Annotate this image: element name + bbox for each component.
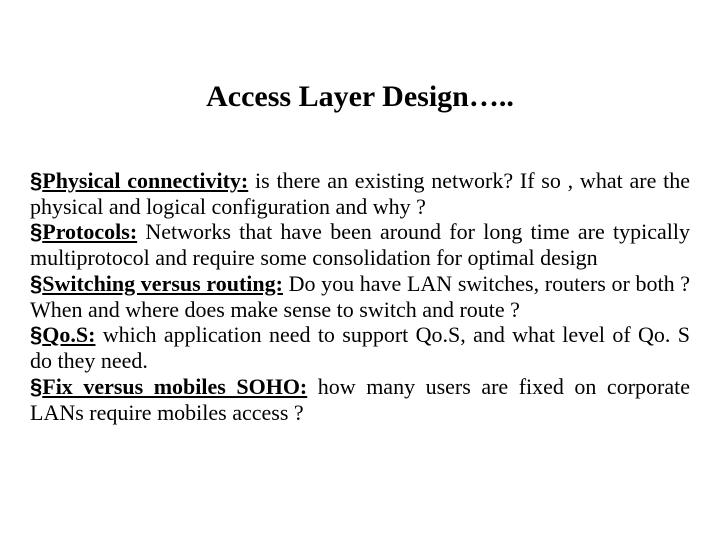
bullet-icon: § (30, 219, 42, 244)
slide: Access Layer Design….. §Physical connect… (0, 0, 720, 540)
bullet-heading: Protocols: (42, 219, 137, 244)
bullet-heading: Physical connectivity: (42, 168, 248, 193)
slide-title: Access Layer Design….. (30, 80, 690, 114)
bullet-heading: Switching versus routing: (42, 271, 283, 296)
bullet-heading: Fix versus mobiles SOHO: (42, 374, 307, 399)
bullet-text: which application need to support Qo.S, … (30, 322, 690, 373)
bullet-icon: § (30, 271, 42, 296)
bullet-heading: Qo.S: (42, 322, 95, 347)
bullet-icon: § (30, 168, 42, 193)
bullet-icon: § (30, 322, 42, 347)
bullet-icon: § (30, 374, 42, 399)
slide-body: §Physical connectivity: is there an exis… (30, 168, 690, 425)
